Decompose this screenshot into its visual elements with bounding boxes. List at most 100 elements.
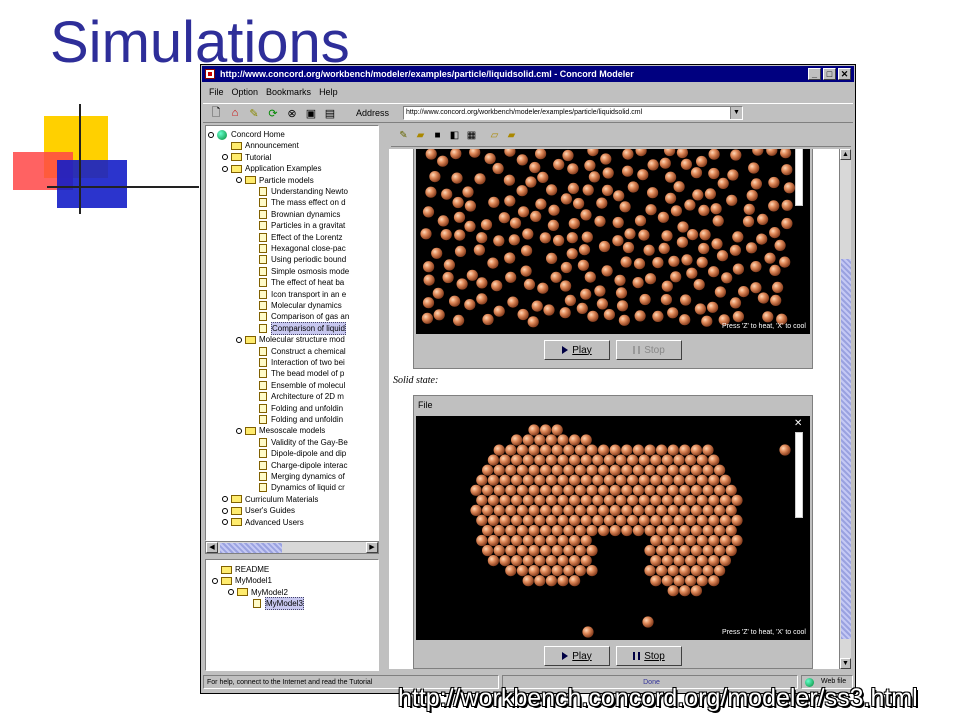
particle [476,232,488,244]
print-icon[interactable]: ▣ [302,105,320,121]
solid-play-button[interactable]: Play [544,646,610,666]
tree-row[interactable]: Concord Home [208,129,285,140]
menu-help[interactable]: Help [317,84,344,100]
expand-toggle-icon[interactable] [222,507,228,514]
expand-toggle-icon[interactable] [222,496,228,503]
tree-horizontal-scrollbar[interactable]: ◀ ▶ [205,541,379,554]
minimize-button[interactable]: _ [808,68,821,80]
liquid-stop-button[interactable]: Stop [616,340,682,360]
expand-toggle-icon[interactable] [222,519,228,526]
menu-bookmarks[interactable]: Bookmarks [264,84,317,100]
tree-row[interactable]: Folding and unfoldin [250,414,343,425]
scroll-right-icon[interactable]: ▶ [366,542,378,553]
liquid-simulation-canvas[interactable]: Press 'Z' to heat, 'X' to cool [416,149,810,334]
tree-row[interactable]: Architecture of 2D m [250,391,344,402]
preview-icon[interactable]: ◧ [446,128,463,144]
open-folder-icon[interactable]: ▰ [412,128,429,144]
edit-icon[interactable]: ✎ [395,128,412,144]
home-icon[interactable]: ⌂ [226,105,244,121]
expand-toggle-icon[interactable] [222,154,228,161]
tree-row[interactable]: Advanced Users [222,517,304,528]
scroll-up-icon[interactable]: ▲ [840,149,851,160]
particle [708,454,720,466]
tree-row[interactable]: Tutorial [222,152,271,163]
refresh-icon[interactable]: ⟳ [264,105,282,121]
tree-row[interactable]: Understanding Newto [250,186,348,197]
tree-row[interactable]: Molecular structure mod [236,334,345,345]
tree-row[interactable]: Interaction of two bei [250,357,345,368]
tree-row[interactable]: Hexagonal close-pac [250,243,346,254]
expand-toggle-icon[interactable] [236,336,242,343]
tree-row[interactable]: Curriculum Materials [222,494,318,505]
menu-option[interactable]: Option [230,84,265,100]
particle [573,197,585,210]
scroll-down-icon[interactable]: ▼ [840,658,851,669]
expand-toggle-icon[interactable] [236,427,242,434]
solid-file-menu[interactable]: File [418,398,433,412]
tree-row[interactable]: Particle models [236,175,314,186]
tree-row[interactable]: Brownian dynamics [250,209,340,220]
tree-row[interactable]: Molecular dynamics [250,300,342,311]
tree-row[interactable]: README [212,564,269,575]
expand-toggle-icon[interactable] [222,165,228,172]
tree-row[interactable]: Particles in a gravitat [250,220,345,231]
tree-row[interactable]: MyModel2 [228,587,288,598]
save-icon[interactable]: ■ [429,128,446,144]
tree-row[interactable]: MyModel3 [244,597,304,611]
particle [476,277,488,289]
tree-row[interactable]: Charge-dipole interac [250,460,348,471]
tree-row[interactable]: The mass effect on d [250,197,346,208]
vertical-scroll-thumb[interactable] [841,259,851,639]
solid-stop-button[interactable]: Stop [616,646,682,666]
tree-row[interactable]: User's Guides [222,505,295,516]
tree-row[interactable]: Dynamics of liquid cr [250,482,345,493]
expand-toggle-icon[interactable] [228,589,234,596]
import-icon[interactable]: ▱ [486,128,503,144]
url-caption[interactable]: http://workbench.concord.org/modeler/ss3… [398,684,918,713]
menu-file[interactable]: File [207,84,230,100]
close-button[interactable]: ✕ [838,68,851,80]
tree-row[interactable]: Application Examples [222,163,321,174]
maximize-button[interactable]: □ [823,68,836,80]
scroll-left-icon[interactable]: ◀ [206,542,218,553]
tree-row[interactable]: Validity of the Gay-Be [250,437,348,448]
address-input[interactable]: http://www.concord.org/workbench/modeler… [403,106,743,120]
tree-row[interactable]: Ensemble of molecul [250,380,345,391]
tree-row[interactable]: The effect of heat ba [250,277,344,288]
new-page-icon[interactable]: 🗋 [207,105,225,121]
page-icon [253,599,261,609]
tree-row[interactable]: Comparison of gas an [250,311,349,322]
expand-toggle-icon[interactable] [236,177,242,184]
print-page-icon[interactable]: ▦ [463,128,480,144]
stop-icon[interactable]: ⊗ [283,105,301,121]
folder-icon [231,506,242,515]
tree-row[interactable]: MyModel1 [212,575,272,586]
tree-row[interactable]: Merging dynamics of [250,471,345,482]
tree-row[interactable]: Folding and unfoldin [250,403,343,414]
expand-toggle-icon[interactable] [212,577,218,584]
tree-row[interactable]: Simple osmosis mode [250,266,349,277]
tree-row[interactable]: Announcement [222,140,299,151]
window-titlebar[interactable]: http://www.concord.org/workbench/modeler… [202,66,854,82]
scroll-thumb[interactable] [220,543,282,553]
tree-row[interactable]: Effect of the Lorentz [250,232,342,243]
tree-row[interactable]: The bead model of p [250,368,344,379]
expand-toggle-icon[interactable] [208,131,214,138]
bookmark-icon[interactable]: ✎ [245,105,263,121]
close-icon[interactable]: ✕ [794,419,802,429]
particle [750,261,762,273]
tree-row[interactable]: Construct a chemical [250,346,346,357]
navigation-tree[interactable]: Concord Home Announcement Tutorial Applicat… [205,125,379,541]
address-dropdown-icon[interactable]: ▼ [730,107,742,119]
model-tree[interactable]: README MyModel1 MyModel2 MyModel3 [205,559,379,671]
tree-row[interactable]: Comparison of liquid [250,321,346,335]
content-vertical-scrollbar[interactable]: ▲ ▼ [839,149,851,669]
liquid-play-button[interactable]: Play [544,340,610,360]
export-icon[interactable]: ▰ [503,128,520,144]
tree-row[interactable]: Dipole-dipole and dip [250,448,346,459]
solid-simulation-canvas[interactable]: ✕ Press 'Z' to heat, 'X' to cool [416,416,810,640]
tree-row[interactable]: Using periodic bound [250,254,346,265]
view-icon[interactable]: ▤ [321,105,339,121]
tree-row[interactable]: Icon transport in an e [250,289,346,300]
tree-row[interactable]: Mesoscale models [236,425,325,436]
